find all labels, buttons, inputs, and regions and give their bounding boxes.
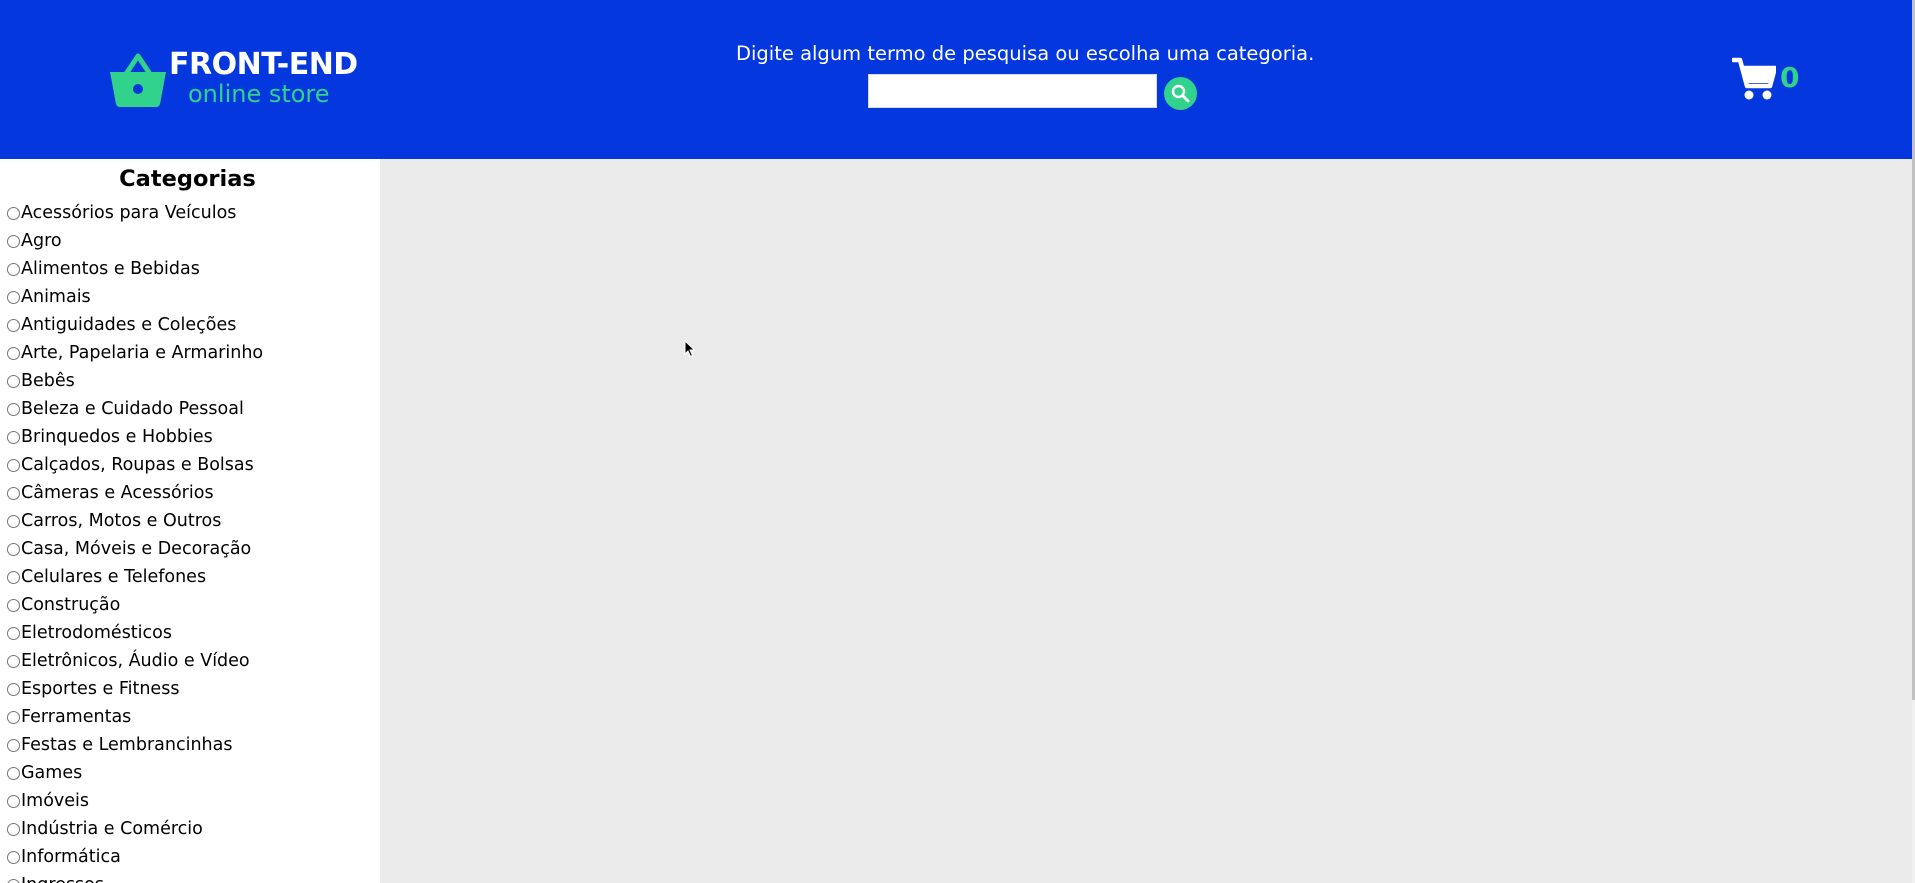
category-item[interactable]: Bebês <box>0 367 263 395</box>
cart-button[interactable]: 0 <box>1732 56 1832 106</box>
category-label: Eletrodomésticos <box>21 623 172 643</box>
category-list: Acessórios para Veículos Agro Alimentos e … <box>0 199 263 883</box>
category-radio[interactable] <box>7 486 20 500</box>
category-radio[interactable] <box>7 598 20 612</box>
category-label: Acessórios para Veículos <box>21 203 237 223</box>
category-label: Eletrônicos, Áudio e Vídeo <box>21 651 250 671</box>
category-item[interactable]: Ferramentas <box>0 703 263 731</box>
category-item[interactable]: Casa, Móveis e Decoração <box>0 535 263 563</box>
cart-count: 0 <box>1780 61 1800 94</box>
shopping-basket-icon <box>110 53 166 107</box>
category-label: Câmeras e Acessórios <box>21 483 214 503</box>
category-label: Calçados, Roupas e Bolsas <box>21 455 254 475</box>
category-item[interactable]: Games <box>0 759 263 787</box>
category-item[interactable]: Festas e Lembrancinhas <box>0 731 263 759</box>
category-radio[interactable] <box>7 402 20 416</box>
category-radio[interactable] <box>7 458 20 472</box>
category-item[interactable]: Antiguidades e Coleções <box>0 311 263 339</box>
category-label: Indústria e Comércio <box>21 819 203 839</box>
category-radio[interactable] <box>7 206 20 220</box>
category-radio[interactable] <box>7 878 20 883</box>
category-item[interactable]: Esportes e Fitness <box>0 675 263 703</box>
category-label: Antiguidades e Coleções <box>21 315 237 335</box>
category-label: Games <box>21 763 83 783</box>
category-item[interactable]: Carros, Motos e Outros <box>0 507 263 535</box>
category-item[interactable]: Informática <box>0 843 263 871</box>
category-radio[interactable] <box>7 346 20 360</box>
category-item[interactable]: Acessórios para Veículos <box>0 199 263 227</box>
mouse-cursor-icon <box>684 340 696 358</box>
category-label: Carros, Motos e Outros <box>21 511 222 531</box>
header: FRONT-END online store Digite algum term… <box>0 0 1912 159</box>
category-label: Casa, Móveis e Decoração <box>21 539 252 559</box>
category-radio[interactable] <box>7 430 20 444</box>
category-label: Bebês <box>21 371 75 391</box>
category-item[interactable]: Indústria e Comércio <box>0 815 263 843</box>
category-label: Brinquedos e Hobbies <box>21 427 213 447</box>
category-radio[interactable] <box>7 542 20 556</box>
category-label: Animais <box>21 287 91 307</box>
category-label: Alimentos e Bebidas <box>21 259 200 279</box>
logo[interactable]: FRONT-END online store <box>108 48 378 110</box>
category-radio[interactable] <box>7 654 20 668</box>
category-radio[interactable] <box>7 318 20 332</box>
search-input[interactable] <box>868 74 1157 108</box>
category-label: Agro <box>21 231 62 251</box>
logo-subtitle: online store <box>188 80 330 108</box>
category-radio[interactable] <box>7 626 20 640</box>
category-item[interactable]: Calçados, Roupas e Bolsas <box>0 451 263 479</box>
category-item[interactable]: Alimentos e Bebidas <box>0 255 263 283</box>
category-radio[interactable] <box>7 794 20 808</box>
category-item[interactable]: Ingressos <box>0 871 263 883</box>
category-item[interactable]: Agro <box>0 227 263 255</box>
category-label: Imóveis <box>21 791 90 811</box>
category-item[interactable]: Brinquedos e Hobbies <box>0 423 263 451</box>
category-label: Beleza e Cuidado Pessoal <box>21 399 244 419</box>
category-radio[interactable] <box>7 514 20 528</box>
category-label: Construção <box>21 595 121 615</box>
category-label: Arte, Papelaria e Armarinho <box>21 343 264 363</box>
category-label: Ferramentas <box>21 707 132 727</box>
category-label: Esportes e Fitness <box>21 679 180 699</box>
category-radio[interactable] <box>7 570 20 584</box>
category-radio[interactable] <box>7 374 20 388</box>
category-radio[interactable] <box>7 766 20 780</box>
category-item[interactable]: Eletrônicos, Áudio e Vídeo <box>0 647 263 675</box>
sidebar-title: Categorias <box>119 166 256 192</box>
category-label: Ingressos <box>21 873 104 883</box>
category-radio[interactable] <box>7 738 20 752</box>
magnifier-icon <box>1171 84 1190 103</box>
shopping-cart-icon <box>1732 57 1776 100</box>
category-item[interactable]: Arte, Papelaria e Armarinho <box>0 339 263 367</box>
product-area <box>380 159 1912 883</box>
category-item[interactable]: Celulares e Telefones <box>0 563 263 591</box>
category-item[interactable]: Animais <box>0 283 263 311</box>
category-label: Celulares e Telefones <box>21 567 207 587</box>
category-radio[interactable] <box>7 682 20 696</box>
category-radio[interactable] <box>7 822 20 836</box>
category-radio[interactable] <box>7 234 20 248</box>
search-button[interactable] <box>1164 77 1197 110</box>
category-radio[interactable] <box>7 290 20 304</box>
category-item[interactable]: Beleza e Cuidado Pessoal <box>0 395 263 423</box>
category-item[interactable]: Imóveis <box>0 787 263 815</box>
category-item[interactable]: Câmeras e Acessórios <box>0 479 263 507</box>
categories-sidebar: Categorias Acessórios para Veículos Agro A… <box>0 159 380 883</box>
category-label: Informática <box>21 847 121 867</box>
logo-title: FRONT-END <box>169 47 358 82</box>
category-item[interactable]: Construção <box>0 591 263 619</box>
category-radio[interactable] <box>7 262 20 276</box>
category-radio[interactable] <box>7 710 20 724</box>
search-hint: Digite algum termo de pesquisa ou escolh… <box>736 42 1315 65</box>
category-item[interactable]: Eletrodomésticos <box>0 619 263 647</box>
category-label: Festas e Lembrancinhas <box>21 735 233 755</box>
category-radio[interactable] <box>7 850 20 864</box>
